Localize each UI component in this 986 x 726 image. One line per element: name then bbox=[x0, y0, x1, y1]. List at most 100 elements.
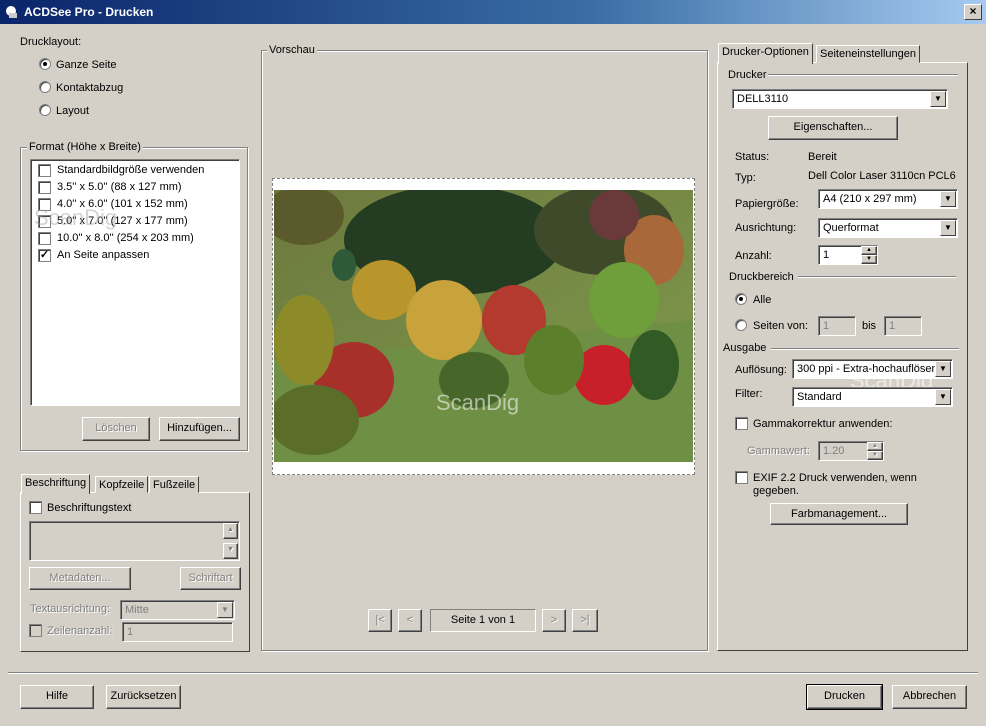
color-management-button[interactable]: Farbmanagement... bbox=[770, 503, 908, 525]
spin-up-icon[interactable]: ▲ bbox=[861, 246, 877, 255]
radio-full-page[interactable] bbox=[39, 58, 51, 70]
format-check-standard[interactable] bbox=[38, 164, 51, 177]
close-button[interactable]: × bbox=[964, 4, 982, 20]
format-list[interactable] bbox=[30, 159, 240, 406]
radio-contact-sheet-label: Kontaktabzug bbox=[56, 82, 124, 94]
filter-label: Filter: bbox=[735, 388, 763, 400]
printer-group-label: Drucker bbox=[728, 69, 767, 81]
radio-layout-label: Layout bbox=[56, 105, 90, 117]
line-count-input[interactable]: 1 bbox=[122, 622, 233, 642]
print-button[interactable]: Drucken bbox=[806, 684, 883, 710]
orientation-value: Querformat bbox=[823, 222, 879, 234]
exif-checkbox[interactable] bbox=[735, 471, 748, 484]
delete-button[interactable]: Löschen bbox=[82, 417, 150, 441]
radio-page-range-label: Seiten von: bbox=[753, 320, 809, 332]
last-page-button[interactable]: >| bbox=[572, 609, 598, 632]
radio-full-page-label: Ganze Seite bbox=[56, 59, 117, 71]
gamma-value-label: Gammawert: bbox=[747, 445, 810, 457]
tab-caption[interactable]: Beschriftung bbox=[21, 474, 91, 494]
format-item-standard[interactable]: Standardbildgröße verwenden bbox=[57, 164, 204, 176]
printer-group-line bbox=[768, 74, 958, 76]
orientation-select[interactable]: Querformat ▼ bbox=[818, 218, 958, 238]
print-range-line bbox=[798, 276, 956, 278]
radio-contact-sheet[interactable] bbox=[39, 81, 51, 93]
help-button[interactable]: Hilfe bbox=[20, 685, 94, 709]
tab-header[interactable]: Kopfzeile bbox=[95, 476, 149, 493]
metadata-button[interactable]: Metadaten... bbox=[29, 567, 131, 590]
format-check-fit-page[interactable]: ✓ bbox=[38, 249, 51, 262]
radio-all-pages[interactable] bbox=[735, 293, 747, 305]
text-align-label: Textausrichtung: bbox=[30, 603, 111, 615]
output-group-label: Ausgabe bbox=[723, 342, 767, 354]
acdsee-app-icon bbox=[6, 6, 17, 18]
caption-textarea[interactable] bbox=[29, 521, 240, 561]
range-to-input[interactable]: 1 bbox=[884, 316, 922, 336]
add-button[interactable]: Hinzufügen... bbox=[159, 417, 240, 441]
chevron-down-icon: ▼ bbox=[940, 191, 956, 207]
range-to-value: 1 bbox=[889, 320, 896, 332]
chevron-down-icon: ▼ bbox=[935, 389, 951, 405]
reset-button[interactable]: Zurücksetzen bbox=[106, 685, 181, 709]
spin-up-icon[interactable]: ▲ bbox=[867, 442, 883, 451]
format-check-10x8[interactable] bbox=[38, 232, 51, 245]
page-indicator: Seite 1 von 1 bbox=[430, 609, 536, 632]
text-align-select[interactable]: Mitte ▼ bbox=[120, 600, 235, 620]
chevron-down-icon: ▼ bbox=[935, 361, 951, 377]
chevron-down-icon: ▼ bbox=[930, 91, 946, 107]
footer-separator bbox=[8, 672, 978, 674]
preview-watermark: ScanDig bbox=[436, 390, 520, 415]
radio-page-range[interactable] bbox=[735, 319, 747, 331]
text-align-value: Mitte bbox=[125, 604, 149, 616]
format-item-3x5[interactable]: 3.5'' x 5.0'' (88 x 127 mm) bbox=[57, 181, 182, 193]
printer-value: DELL3110 bbox=[737, 93, 789, 105]
caption-text-checkbox[interactable] bbox=[29, 501, 42, 514]
title-bar: ACDSee Pro - Drucken × bbox=[0, 0, 986, 24]
scandig-watermark: ScanDig bbox=[34, 205, 118, 230]
prev-page-button[interactable]: < bbox=[398, 609, 422, 632]
range-from-input[interactable]: 1 bbox=[818, 316, 856, 336]
format-check-3x5[interactable] bbox=[38, 181, 51, 194]
chevron-down-icon: ▼ bbox=[217, 602, 233, 618]
paper-size-value: A4 (210 x 297 mm) bbox=[823, 193, 917, 205]
resolution-label: Auflösung: bbox=[735, 364, 787, 376]
radio-all-pages-label: Alle bbox=[753, 294, 772, 306]
orientation-label: Ausrichtung: bbox=[735, 222, 797, 234]
paper-size-select[interactable]: A4 (210 x 297 mm) ▼ bbox=[818, 189, 958, 209]
filter-select[interactable]: Standard ▼ bbox=[792, 387, 953, 407]
range-from-value: 1 bbox=[823, 320, 830, 332]
gamma-value: 1.20 bbox=[823, 445, 845, 457]
output-group-line bbox=[771, 348, 959, 350]
gamma-check-label: Gammakorrektur anwenden: bbox=[753, 418, 893, 430]
properties-button[interactable]: Eigenschaften... bbox=[768, 116, 898, 140]
scroll-up-icon[interactable]: ▲ bbox=[223, 523, 238, 539]
format-group-label: Format (Höhe x Breite) bbox=[27, 141, 143, 153]
print-range-label: Druckbereich bbox=[729, 271, 794, 283]
print-layout-label: Drucklayout: bbox=[20, 36, 82, 48]
window-title: ACDSee Pro - Drucken bbox=[24, 5, 154, 19]
status-value: Bereit bbox=[808, 151, 837, 163]
tab-printer-options[interactable]: Drucker-Optionen bbox=[718, 43, 813, 64]
exif-check-label: EXIF 2.2 Druck verwenden, wenn gegeben. bbox=[753, 472, 917, 497]
tab-footer[interactable]: Fußzeile bbox=[149, 476, 200, 493]
radio-layout[interactable] bbox=[39, 104, 51, 116]
line-count-value: 1 bbox=[127, 626, 134, 638]
font-button[interactable]: Schriftart bbox=[180, 567, 241, 590]
first-page-button[interactable]: |< bbox=[368, 609, 392, 632]
next-page-button[interactable]: > bbox=[542, 609, 566, 632]
spin-down-icon[interactable]: ▼ bbox=[861, 255, 877, 264]
cancel-button[interactable]: Abbrechen bbox=[892, 685, 967, 709]
format-item-10x8[interactable]: 10.0'' x 8.0'' (254 x 203 mm) bbox=[57, 232, 194, 244]
status-label: Status: bbox=[735, 151, 770, 163]
printer-select[interactable]: DELL3110 ▼ bbox=[732, 89, 948, 109]
gamma-checkbox[interactable] bbox=[735, 417, 748, 430]
format-item-fit-page[interactable]: An Seite anpassen bbox=[57, 249, 149, 261]
filter-value: Standard bbox=[797, 391, 842, 403]
chevron-down-icon: ▼ bbox=[940, 220, 956, 236]
line-count-checkbox[interactable] bbox=[29, 624, 42, 637]
copies-value: 1 bbox=[823, 249, 830, 261]
scroll-down-icon[interactable]: ▼ bbox=[223, 543, 238, 559]
spin-down-icon[interactable]: ▼ bbox=[867, 451, 883, 460]
tab-page-setup[interactable]: Seiteneinstellungen bbox=[816, 45, 921, 63]
type-value: Dell Color Laser 3110cn PCL6 bbox=[808, 170, 956, 182]
preview-image bbox=[274, 190, 693, 462]
